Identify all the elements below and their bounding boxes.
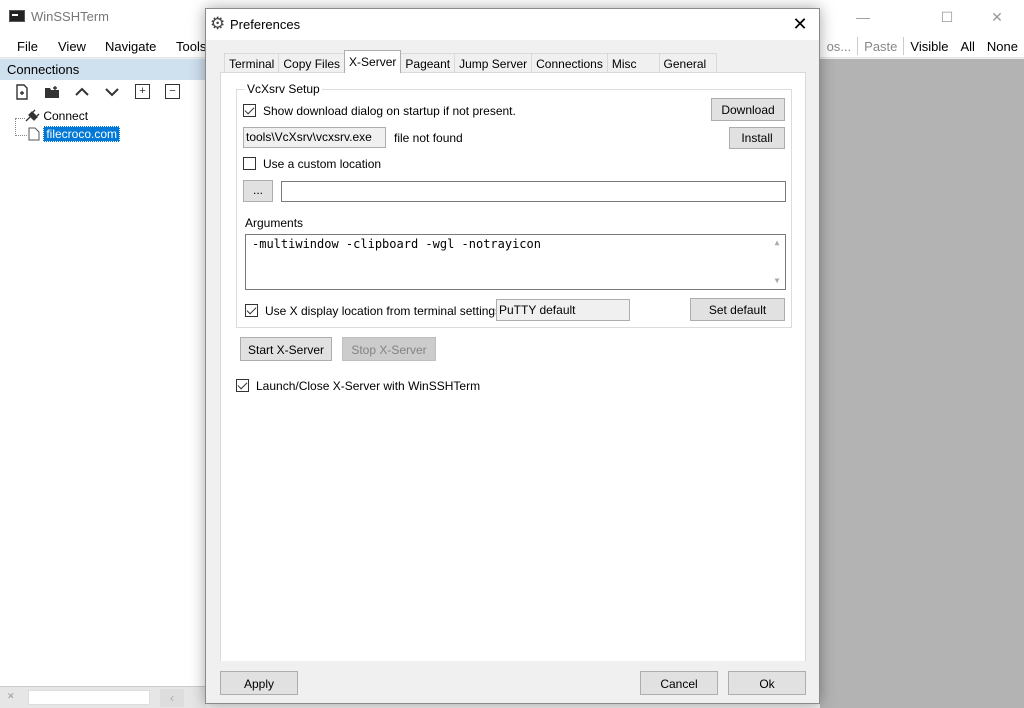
path-status-label: file not found: [394, 131, 463, 145]
scroll-left-icon[interactable]: ✕: [7, 691, 15, 702]
none-button[interactable]: None: [981, 39, 1024, 54]
cancel-button[interactable]: Cancel: [640, 671, 718, 695]
gear-icon: ⚙: [210, 14, 226, 33]
custom-location-checkbox[interactable]: [243, 157, 256, 170]
x-server-panel: VcXsrv Setup Show download dialog on sta…: [220, 72, 806, 665]
connections-toolbar: + −: [0, 80, 206, 104]
tab-connections[interactable]: Connections: [531, 53, 608, 73]
stop-x-server-button[interactable]: Stop X-Server: [342, 337, 436, 361]
menu-tools[interactable]: Tools: [176, 39, 206, 54]
connections-title: Connections: [7, 62, 80, 77]
custom-location-input[interactable]: [281, 181, 786, 202]
custom-location-label: Use a custom location: [263, 157, 382, 171]
ok-button[interactable]: Ok: [728, 671, 806, 695]
tree-horizontal-scrollbar[interactable]: ✕ ‹: [0, 686, 206, 708]
arguments-label: Arguments: [245, 216, 304, 230]
dialog-titlebar: ⚙ Preferences ✕: [206, 9, 819, 40]
connect-plug-icon: [25, 109, 40, 122]
new-connection-icon[interactable]: [14, 84, 30, 100]
display-location-field[interactable]: PuTTY default: [496, 299, 630, 321]
tree-item-connect-label: Connect: [43, 109, 89, 123]
tab-misc[interactable]: Misc: [606, 53, 660, 73]
close-button[interactable]: ✕: [974, 0, 1020, 34]
dialog-title: Preferences: [230, 17, 301, 32]
expand-all-icon[interactable]: +: [135, 84, 150, 99]
terminal-icon: [9, 10, 25, 22]
launch-close-label: Launch/Close X-Server with WinSSHTerm: [256, 379, 481, 393]
tree-line: [15, 135, 27, 136]
minimize-button[interactable]: —: [840, 0, 886, 34]
use-display-label: Use X display location from terminal set…: [265, 304, 505, 318]
use-display-checkbox[interactable]: [245, 304, 258, 317]
tab-general[interactable]: General: [658, 53, 718, 73]
app-title: WinSSHTerm: [31, 9, 110, 24]
arguments-value: -multiwindow -clipboard -wgl -notrayicon: [252, 237, 541, 251]
arguments-textarea[interactable]: -multiwindow -clipboard -wgl -notrayicon…: [245, 234, 786, 290]
paste-button[interactable]: Paste: [858, 39, 903, 54]
tab-x-server[interactable]: X-Server: [344, 50, 402, 73]
scroll-down-icon[interactable]: ▼: [772, 276, 782, 286]
tree-item-connection-label: filecroco.com: [43, 126, 121, 142]
scroll-up-icon[interactable]: ▲: [772, 238, 782, 248]
document-icon: [28, 127, 40, 141]
all-button[interactable]: All: [954, 39, 980, 54]
connections-tree: Connect filecroco.com: [0, 104, 206, 686]
launch-close-checkbox[interactable]: [236, 379, 249, 392]
maximize-button[interactable]: ☐: [924, 0, 970, 34]
download-button[interactable]: Download: [711, 98, 785, 121]
menu-view[interactable]: View: [58, 39, 86, 54]
tab-pageant[interactable]: Pageant: [400, 53, 456, 73]
vcxsrv-setup-group: VcXsrv Setup Show download dialog on sta…: [236, 82, 792, 328]
tab-terminal[interactable]: Terminal: [224, 53, 280, 73]
menu-file[interactable]: File: [17, 39, 38, 54]
move-down-icon[interactable]: [104, 84, 120, 100]
move-up-icon[interactable]: [74, 84, 90, 100]
menu-navigate[interactable]: Navigate: [105, 39, 156, 54]
show-download-label: Show download dialog on startup if not p…: [263, 104, 516, 118]
scroll-arrow-left-icon[interactable]: ‹: [160, 689, 184, 707]
collapse-all-icon[interactable]: −: [165, 84, 180, 99]
preferences-dialog: ⚙ Preferences ✕ Terminal Copy Files X-Se…: [205, 8, 820, 704]
show-download-checkbox[interactable]: [243, 104, 256, 117]
tree-item-connect[interactable]: Connect: [24, 109, 88, 123]
tab-copy-files[interactable]: Copy Files: [278, 53, 346, 73]
scroll-thumb[interactable]: [28, 690, 150, 705]
start-x-server-button[interactable]: Start X-Server: [240, 337, 332, 361]
vcxsrv-setup-title: VcXsrv Setup: [245, 82, 322, 96]
tab-jump-server[interactable]: Jump Server: [454, 53, 533, 73]
visible-button[interactable]: Visible: [904, 39, 954, 54]
tab-strip: Terminal Copy Files X-Server Pageant Jum…: [224, 50, 718, 73]
browse-button[interactable]: ...: [243, 180, 273, 202]
terminal-area: [820, 59, 1024, 708]
vcxsrv-path-field[interactable]: tools\VcXsrv\vcxsrv.exe: [243, 127, 386, 148]
set-default-button[interactable]: Set default: [690, 298, 785, 321]
apply-button[interactable]: Apply: [220, 671, 298, 695]
tree-line: [15, 118, 16, 136]
new-folder-icon[interactable]: [44, 84, 60, 100]
dialog-close-button[interactable]: ✕: [789, 13, 811, 35]
connections-header: Connections: [0, 59, 206, 80]
toolbar-truncated-button[interactable]: os...: [821, 39, 858, 54]
dialog-footer: Apply Cancel Ok: [206, 661, 819, 703]
install-button[interactable]: Install: [729, 127, 785, 149]
tree-item-connection[interactable]: filecroco.com: [28, 126, 121, 142]
main-toolbar-right: os... Paste Visible All None: [821, 34, 1024, 58]
